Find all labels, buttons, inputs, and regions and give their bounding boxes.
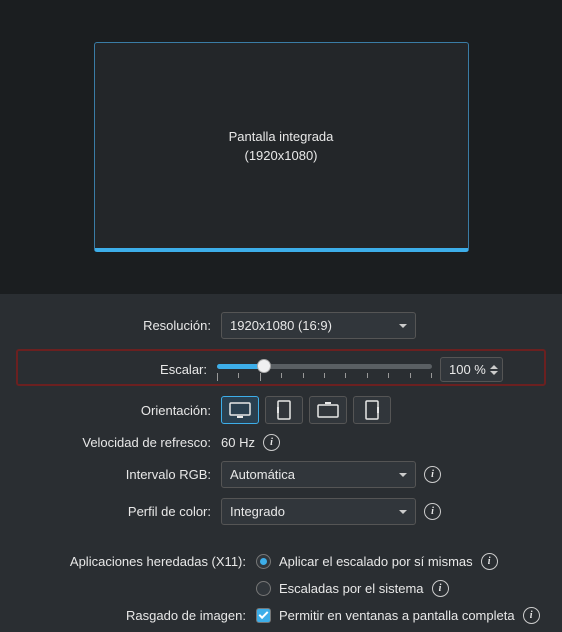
scale-label: Escalar: <box>24 362 207 377</box>
spin-down-icon[interactable] <box>490 371 498 375</box>
info-icon[interactable]: i <box>424 503 441 520</box>
legacy-system-radio[interactable] <box>256 581 271 596</box>
refresh-value: 60 Hz <box>221 435 255 450</box>
display-resolution: (1920x1080) <box>245 148 318 163</box>
chevron-down-icon <box>399 510 407 514</box>
display-monitor[interactable]: Pantalla integrada (1920x1080) <box>94 42 469 252</box>
orientation-label: Orientación: <box>16 403 211 418</box>
resolution-label: Resolución: <box>16 318 211 333</box>
colorprofile-label: Perfil de color: <box>16 504 211 519</box>
scale-highlight: Escalar: 100 % <box>16 349 546 386</box>
display-name: Pantalla integrada <box>229 129 334 144</box>
tearing-option: Permitir en ventanas a pantalla completa <box>279 608 515 623</box>
resolution-select[interactable]: 1920x1080 (16:9) <box>221 312 416 339</box>
rgb-label: Intervalo RGB: <box>16 467 211 482</box>
orientation-portrait-right-button[interactable] <box>353 396 391 424</box>
info-icon[interactable]: i <box>523 607 540 624</box>
orientation-landscape-flipped-button[interactable] <box>309 396 347 424</box>
scale-spinbox[interactable]: 100 % <box>440 357 503 382</box>
scale-value: 100 % <box>449 362 486 377</box>
info-icon[interactable]: i <box>432 580 449 597</box>
settings-form: Resolución: 1920x1080 (16:9) Escalar: <box>0 294 562 624</box>
info-icon[interactable]: i <box>424 466 441 483</box>
refresh-label: Velocidad de refresco: <box>16 435 211 450</box>
orientation-portrait-left-button[interactable] <box>265 396 303 424</box>
legacy-self-label: Aplicar el escalado por sí mismas <box>279 554 473 569</box>
chevron-down-icon <box>399 473 407 477</box>
legacy-self-radio[interactable] <box>256 554 271 569</box>
tearing-checkbox[interactable] <box>256 608 271 623</box>
chevron-down-icon <box>399 324 407 328</box>
resolution-value: 1920x1080 (16:9) <box>230 318 332 333</box>
info-icon[interactable]: i <box>263 434 280 451</box>
display-preview-area: Pantalla integrada (1920x1080) <box>0 0 562 294</box>
orientation-landscape-button[interactable] <box>221 396 259 424</box>
colorprofile-select[interactable]: Integrado <box>221 498 416 525</box>
info-icon[interactable]: i <box>481 553 498 570</box>
colorprofile-value: Integrado <box>230 504 285 519</box>
spin-up-icon[interactable] <box>490 365 498 369</box>
scale-slider[interactable] <box>217 358 432 382</box>
legacy-apps-label: Aplicaciones heredadas (X11): <box>16 554 246 569</box>
rgb-select[interactable]: Automática <box>221 461 416 488</box>
tearing-label: Rasgado de imagen: <box>16 608 246 623</box>
slider-thumb[interactable] <box>257 359 271 373</box>
rgb-value: Automática <box>230 467 295 482</box>
legacy-system-label: Escaladas por el sistema <box>279 581 424 596</box>
